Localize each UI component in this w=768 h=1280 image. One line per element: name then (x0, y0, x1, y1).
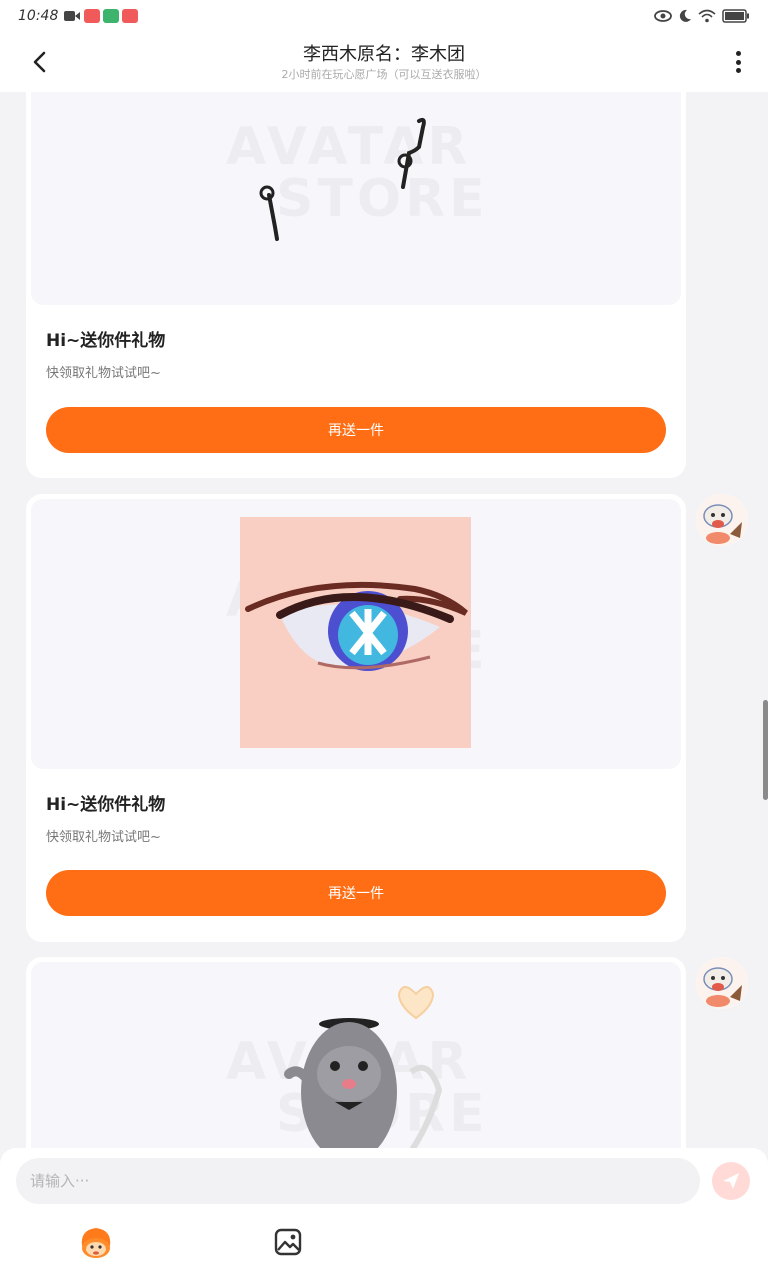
more-dot (735, 59, 741, 65)
hamster-gift-image (284, 986, 443, 1148)
gift-title: Hi~送你件礼物 (46, 331, 166, 351)
gift-image: AVATAR STORE (31, 962, 681, 1148)
battery-icon (722, 9, 749, 23)
image-icon (274, 1228, 302, 1256)
gift-message-card: AVATAR STORE Hi~送你件礼物 快领取礼物试试吧~ 再送一件 (26, 494, 686, 942)
more-dot (735, 68, 741, 73)
sender-avatar[interactable] (696, 494, 748, 546)
message-input[interactable] (16, 1158, 700, 1204)
send-button[interactable] (712, 1162, 750, 1200)
eye-accessory-sketch (259, 117, 426, 241)
more-options-button[interactable] (728, 48, 748, 76)
moon-icon (679, 9, 691, 22)
image-picker-button[interactable] (270, 1224, 306, 1260)
gift-image: AVATAR STORE (31, 92, 681, 305)
gift-message-card: AVATAR STORE Hi~送你件礼物 快领取礼物试试吧~ 再送一件 (26, 92, 686, 478)
anime-eye-image (240, 517, 471, 748)
chat-header: 李西木原名：李木团 2小时前在玩心愿广场（可以互送衣服啦） (0, 32, 768, 92)
chat-title: 李西木原名：李木团 (303, 44, 465, 65)
gift-image: AVATAR STORE (31, 499, 681, 769)
scrollbar[interactable] (763, 700, 768, 800)
app-badge-icon (84, 9, 101, 23)
sender-avatar[interactable] (696, 957, 748, 1009)
chat-message-list[interactable]: AVATAR STORE Hi~送你件礼物 快领取礼物试试吧~ 再送一件 AVA… (0, 92, 768, 1148)
gift-description: 快领取礼物试试吧~ (46, 366, 161, 381)
monkey-mascot-icon (81, 1228, 111, 1258)
message-composer (0, 1148, 768, 1280)
panda-app-icon (103, 9, 120, 23)
gift-description: 快领取礼物试试吧~ (46, 830, 161, 845)
more-dot (735, 51, 741, 56)
send-another-gift-button[interactable]: 再送一件 (46, 407, 666, 453)
wifi-icon (698, 9, 716, 23)
gift-title: Hi~送你件礼物 (46, 795, 166, 815)
status-time: 10:48 (18, 8, 59, 24)
avatar-gift-button[interactable] (78, 1224, 114, 1260)
status-bar: 10:48 (0, 0, 768, 32)
avatar-image (696, 957, 748, 1009)
send-another-gift-button[interactable]: 再送一件 (46, 870, 666, 916)
eye-icon (654, 10, 672, 22)
video-icon (64, 11, 81, 21)
avatar-image (696, 494, 748, 546)
paper-plane-icon (723, 1173, 739, 1189)
app-badge-icon (122, 9, 139, 23)
chat-subtitle: 2小时前在玩心愿广场（可以互送衣服啦） (281, 68, 487, 81)
gift-message-card: AVATAR STORE (26, 957, 686, 1148)
